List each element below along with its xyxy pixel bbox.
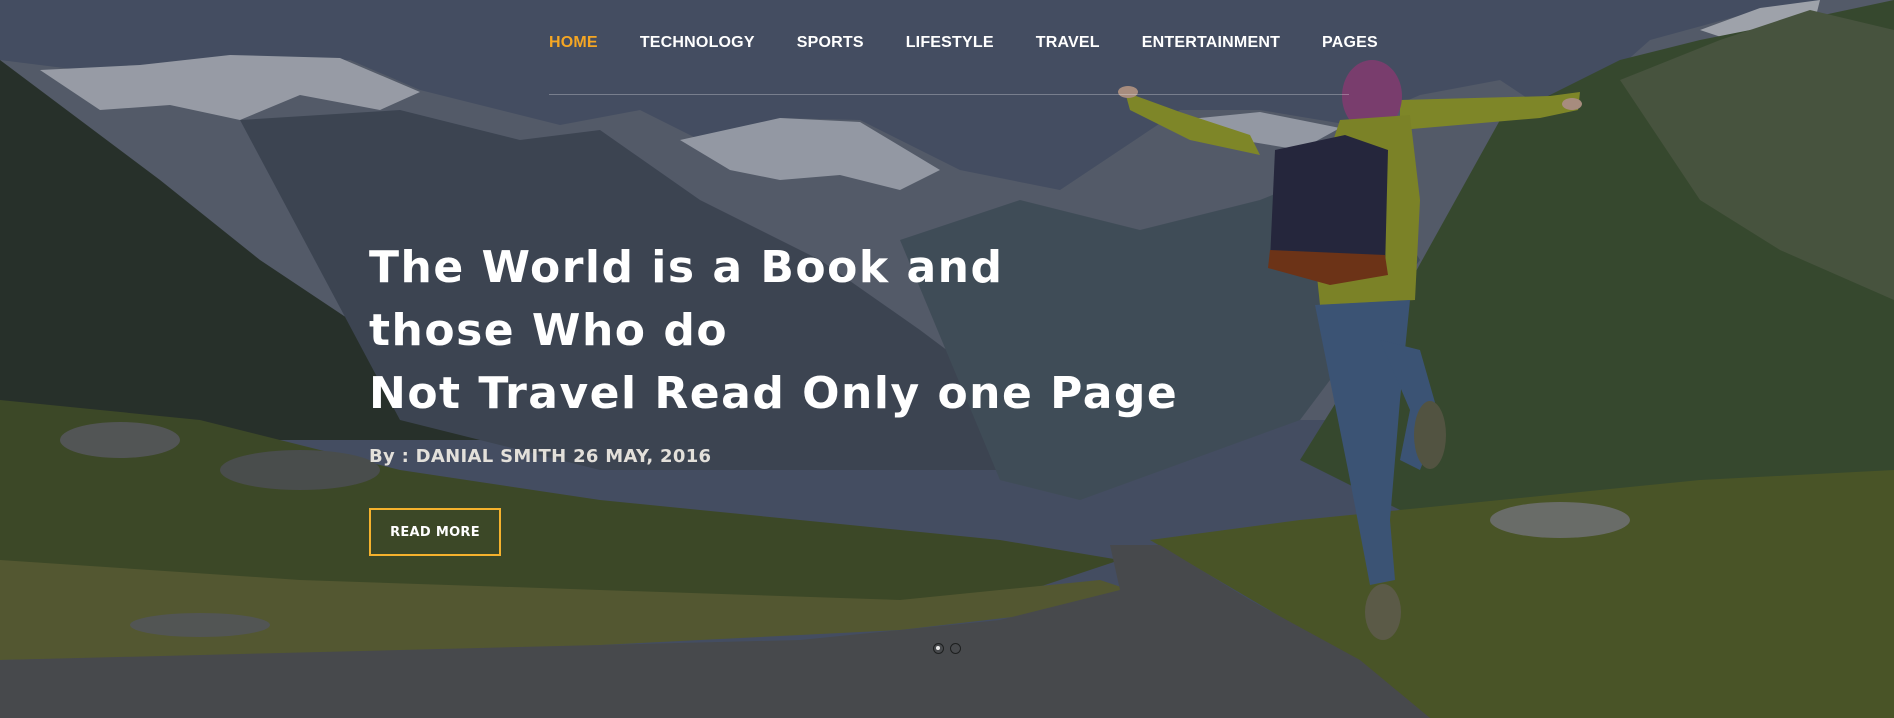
main-navigation: HOME TECHNOLOGY SPORTS LIFESTYLE TRAVEL … (549, 30, 1378, 95)
nav-item-entertainment[interactable]: ENTERTAINMENT (1142, 34, 1280, 52)
hero-headline: The World is a Book and those Who do Not… (369, 236, 1269, 425)
nav-item-travel[interactable]: TRAVEL (1036, 34, 1100, 52)
nav-item-technology[interactable]: TECHNOLOGY (640, 34, 755, 52)
nav-item-sports[interactable]: SPORTS (797, 34, 864, 52)
hero-headline-line: those Who do (369, 305, 729, 356)
post-byline: By : DANIAL SMITH 26 MAY, 2016 (369, 446, 712, 467)
nav-item-home[interactable]: HOME (549, 34, 598, 52)
hero-slider: HOME TECHNOLOGY SPORTS LIFESTYLE TRAVEL … (0, 0, 1894, 718)
nav-item-pages[interactable]: PAGES (1322, 34, 1378, 52)
nav-item-lifestyle[interactable]: LIFESTYLE (906, 34, 994, 52)
slider-dot-1[interactable] (933, 643, 944, 654)
slider-pagination (933, 643, 961, 654)
nav-menu: HOME TECHNOLOGY SPORTS LIFESTYLE TRAVEL … (549, 30, 1378, 56)
hero-headline-line: Not Travel Read Only one Page (369, 368, 1179, 419)
hero-headline-line: The World is a Book and (369, 242, 1004, 293)
slider-dot-2[interactable] (950, 643, 961, 654)
read-more-button[interactable]: READ MORE (369, 508, 501, 556)
